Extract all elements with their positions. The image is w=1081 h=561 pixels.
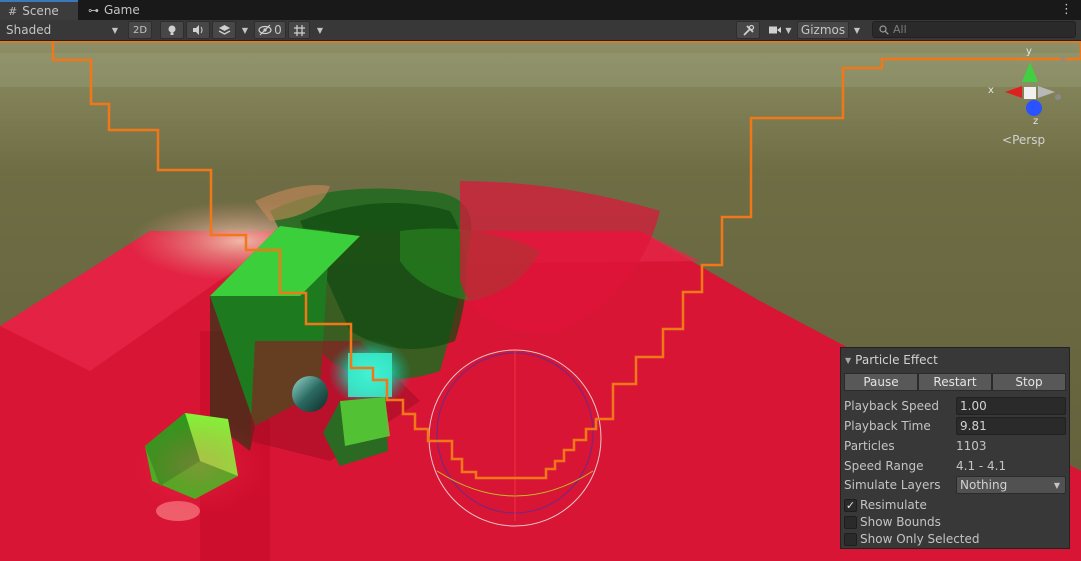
grid-snap-icon: [293, 24, 305, 36]
playback-speed-field[interactable]: 1.00: [956, 397, 1066, 415]
tab-scene-label: Scene: [22, 4, 59, 18]
shading-mode-label: Shaded: [6, 23, 52, 37]
pause-button[interactable]: Pause: [844, 373, 918, 391]
lighting-toggle-button[interactable]: [160, 21, 184, 39]
simulate-layers-value: Nothing: [960, 478, 1008, 492]
playback-time-row: Playback Time 9.81: [844, 417, 1066, 435]
eye-slash-icon: [258, 24, 272, 36]
playback-time-field[interactable]: 9.81: [956, 417, 1066, 435]
toggle-2d-label: 2D: [132, 24, 148, 36]
resimulate-checkbox[interactable]: ✓: [844, 498, 857, 512]
gizmos-label: Gizmos: [800, 23, 846, 37]
foldout-arrow-icon: ▼: [845, 355, 852, 365]
particles-row: Particles 1103: [844, 437, 1066, 455]
show-bounds-row: Show Bounds: [844, 513, 1066, 531]
simulate-layers-dropdown[interactable]: Nothing ▼: [956, 476, 1066, 494]
speed-range-label: Speed Range: [844, 459, 924, 473]
gizmos-button[interactable]: Gizmos: [797, 21, 849, 39]
simulate-layers-label: Simulate Layers: [844, 478, 941, 492]
tab-scene[interactable]: # Scene: [0, 0, 78, 20]
grid-dropdown[interactable]: ▼: [313, 20, 327, 40]
speaker-icon: [193, 25, 203, 35]
chevron-down-icon: ▼: [111, 25, 118, 35]
chevron-down-icon: ▼: [853, 25, 861, 35]
wrench-icon: [742, 24, 754, 36]
hierarchy-search[interactable]: [872, 21, 1076, 38]
axis-x-label: x: [988, 85, 994, 96]
search-input[interactable]: [893, 23, 1063, 36]
shading-mode-dropdown[interactable]: Shaded ▼: [0, 20, 124, 40]
playback-buttons: Pause Restart Stop: [844, 373, 1066, 391]
gamepad-icon: ⊶: [88, 3, 99, 17]
perspective-icon: <: [1002, 133, 1013, 147]
layers-icon: [218, 25, 230, 35]
projection-toggle[interactable]: <Persp: [1002, 133, 1045, 147]
projection-label: Persp: [1012, 133, 1046, 147]
more-options-icon[interactable]: ⋮: [1060, 2, 1073, 17]
tab-game-label: Game: [104, 3, 140, 17]
particles-label: Particles: [844, 439, 895, 453]
gizmos-dropdown[interactable]: ▼: [849, 20, 865, 40]
audio-toggle-button[interactable]: [186, 21, 210, 39]
chevron-down-icon: ▼: [1053, 480, 1060, 490]
playback-time-label: Playback Time: [844, 419, 931, 433]
chevron-down-icon: ▼: [241, 25, 249, 35]
tab-game[interactable]: ⊶ Game: [80, 0, 146, 20]
tools-button[interactable]: [736, 21, 760, 39]
particles-count: 1103: [956, 439, 987, 453]
axis-z-label: z: [1033, 116, 1039, 127]
show-only-selected-label: Show Only Selected: [860, 532, 980, 546]
grid-toggle-button[interactable]: [288, 21, 310, 39]
show-only-selected-checkbox[interactable]: [844, 532, 857, 546]
hidden-objects-toggle[interactable]: 0: [254, 21, 286, 39]
restart-button[interactable]: Restart: [918, 373, 992, 391]
hidden-count: 0: [274, 23, 282, 37]
scene-toolbar: Shaded ▼ 2D ▼ 0 ▼ ▼ Gizmos ▼: [0, 20, 1081, 41]
resimulate-label: Resimulate: [860, 498, 927, 512]
speed-range-value: 4.1 - 4.1: [956, 459, 1007, 473]
chevron-down-icon: ▼: [316, 25, 324, 35]
grid-icon: #: [8, 4, 18, 18]
show-bounds-label: Show Bounds: [860, 515, 941, 529]
particle-effect-panel: ▼ Particle Effect Pause Restart Stop Pla…: [840, 347, 1070, 549]
toggle-2d-button[interactable]: 2D: [128, 21, 152, 39]
search-icon: [879, 24, 889, 35]
chevron-down-icon: ▼: [785, 25, 792, 35]
simulate-layers-row: Simulate Layers Nothing ▼: [844, 476, 1066, 494]
camera-icon: [769, 26, 782, 34]
show-only-selected-row: Show Only Selected: [844, 530, 1066, 548]
checkmark-icon: ✓: [845, 498, 856, 512]
lightbulb-icon: [168, 25, 176, 35]
playback-speed-label: Playback Speed: [844, 399, 939, 413]
camera-settings-dropdown[interactable]: ▼: [764, 20, 796, 40]
tab-bar: # Scene ⊶ Game ⋮: [0, 0, 1081, 20]
panel-title-label: Particle Effect: [855, 353, 938, 367]
resimulate-row: ✓ Resimulate: [844, 496, 1066, 514]
stop-button[interactable]: Stop: [992, 373, 1066, 391]
panel-title[interactable]: ▼ Particle Effect: [845, 353, 938, 367]
axis-y-label: y: [1026, 46, 1032, 57]
playback-speed-row: Playback Speed 1.00: [844, 397, 1066, 415]
speed-range-row: Speed Range 4.1 - 4.1: [844, 457, 1066, 475]
effects-dropdown[interactable]: ▼: [238, 20, 252, 40]
show-bounds-checkbox[interactable]: [844, 515, 857, 529]
effects-toggle-button[interactable]: [212, 21, 236, 39]
